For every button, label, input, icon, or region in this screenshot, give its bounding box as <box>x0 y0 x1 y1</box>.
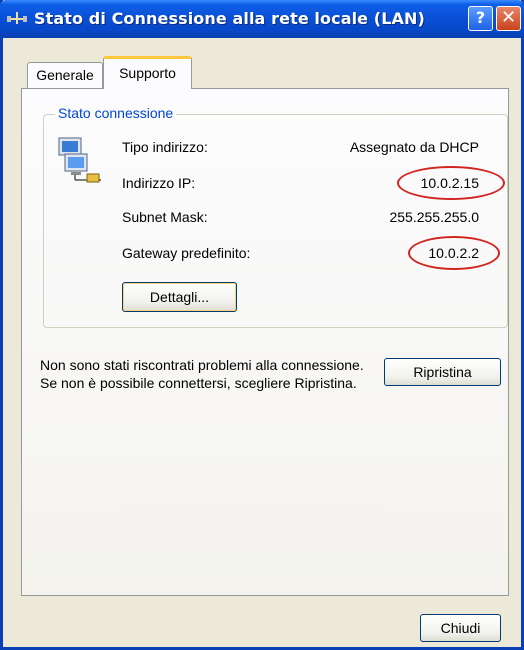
group-title: Stato connessione <box>55 105 177 121</box>
network-computers-icon <box>58 137 101 183</box>
details-button[interactable]: Dettagli... <box>122 282 237 312</box>
gateway-highlight-circle <box>408 236 500 270</box>
repair-message: Non sono stati riscontrati problemi alla… <box>40 357 364 391</box>
address-type-value: Assegnato da DHCP <box>349 139 479 155</box>
ip-highlight-circle <box>397 166 505 200</box>
title-bar[interactable]: Stato di Connessione alla rete locale (L… <box>0 0 524 38</box>
ip-address-label: Indirizzo IP: <box>122 175 196 191</box>
help-button[interactable]: ? <box>468 6 493 31</box>
window-title: Stato di Connessione alla rete locale (L… <box>34 9 425 28</box>
network-connection-icon <box>7 12 27 24</box>
default-gateway-label: Gateway predefinito: <box>122 245 251 261</box>
subnet-mask-label: Subnet Mask: <box>122 209 208 225</box>
tab-supporto[interactable]: Supporto <box>103 56 192 89</box>
help-icon: ? <box>475 8 486 27</box>
subnet-mask-value: 255.255.255.0 <box>389 209 479 225</box>
tab-generale[interactable]: Generale <box>27 62 103 88</box>
close-window-button[interactable]: ✕ <box>496 6 521 31</box>
address-type-label: Tipo indirizzo: <box>122 139 208 155</box>
close-icon: ✕ <box>500 7 517 28</box>
repair-button[interactable]: Ripristina <box>384 358 501 386</box>
close-button[interactable]: Chiudi <box>420 614 501 642</box>
connection-status-dialog: Stato di Connessione alla rete locale (L… <box>0 0 524 650</box>
